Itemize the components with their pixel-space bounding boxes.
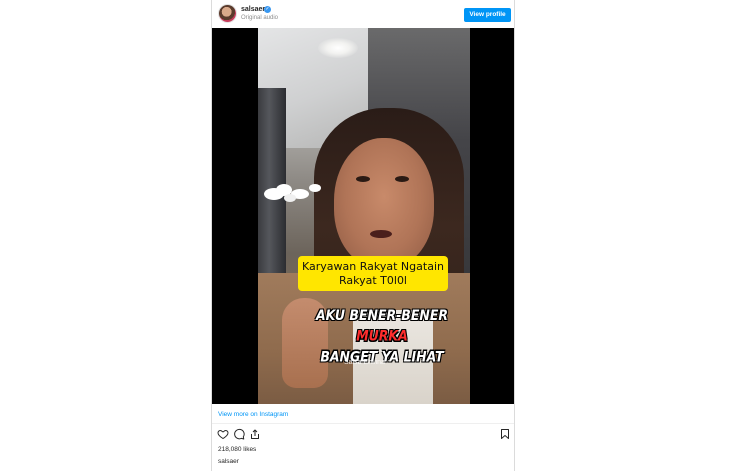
creator-watermark: Salsa Erwina bbox=[344, 359, 385, 366]
instagram-embed: salsaer ✓ Original audio View profile Ka… bbox=[211, 0, 515, 471]
ceiling-light bbox=[318, 38, 358, 58]
person-eye bbox=[356, 176, 370, 182]
likes-count[interactable]: 218,080 likes bbox=[218, 446, 256, 453]
avatar[interactable] bbox=[219, 5, 236, 22]
video-frame: Karyawan Rakyat Ngatain Rakyat T0l0l AKU… bbox=[258, 28, 470, 404]
overlay-text-part1: AKU BENER-BENER bbox=[316, 306, 448, 324]
audio-label[interactable]: Original audio bbox=[241, 15, 278, 21]
view-profile-button[interactable]: View profile bbox=[464, 8, 511, 22]
video-player[interactable]: Karyawan Rakyat Ngatain Rakyat T0l0l AKU… bbox=[212, 28, 514, 404]
comment-icon[interactable] bbox=[233, 428, 245, 440]
verified-badge-icon: ✓ bbox=[264, 6, 271, 13]
username[interactable]: salsaer bbox=[241, 6, 265, 13]
share-icon[interactable] bbox=[249, 428, 261, 440]
divider bbox=[212, 423, 514, 424]
overlay-text-highlight: MURKA bbox=[356, 326, 408, 345]
caption-line-2: Rakyat T0l0l bbox=[338, 273, 407, 287]
overlay-text: AKU BENER-BENER MURKA BANGET YA LIHAT bbox=[292, 305, 470, 367]
person-mouth bbox=[370, 230, 392, 238]
person-eye bbox=[395, 176, 409, 182]
caption-box: Karyawan Rakyat Ngatain Rakyat T0l0l bbox=[298, 256, 448, 291]
view-more-link[interactable]: View more on Instagram bbox=[218, 411, 288, 418]
footer-username[interactable]: salsaer bbox=[218, 458, 239, 465]
bookmark-icon[interactable] bbox=[499, 428, 511, 440]
action-bar bbox=[212, 428, 514, 442]
caption-line-1: Karyawan Rakyat Ngatain bbox=[302, 259, 444, 273]
post-header: salsaer ✓ Original audio View profile bbox=[212, 0, 514, 28]
heart-icon[interactable] bbox=[217, 428, 229, 440]
person-face bbox=[334, 138, 434, 268]
cloud-sticker bbox=[264, 184, 321, 202]
